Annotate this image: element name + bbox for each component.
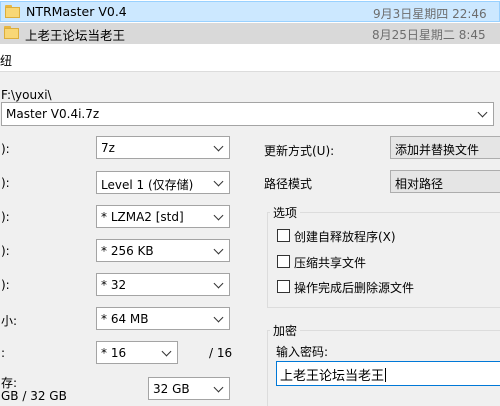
chevron-down-icon[interactable] — [214, 143, 224, 153]
file-list: NTRMaster V0.4 9月3日星期四 22:46 上老王论坛当老王 8月… — [0, 0, 500, 44]
file-row[interactable]: 上老王论坛当老王 8月25日星期二 8:45 — [0, 23, 500, 44]
self-extract-checkbox[interactable] — [277, 229, 290, 242]
compress-shared-label[interactable]: 压缩共享文件 — [294, 254, 366, 271]
solid-block-select[interactable]: * 64 MB — [96, 307, 230, 330]
format-select[interactable]: 7z — [96, 136, 230, 159]
folder-icon — [4, 26, 19, 39]
archive-name-combo[interactable]: Master V0.4i.7z — [1, 102, 494, 126]
folder-icon — [5, 5, 20, 18]
options-group-title: 选项 — [270, 204, 301, 221]
password-label: 输入密码: — [276, 345, 329, 359]
path-mode-label: 路径模式 — [264, 177, 313, 191]
dictionary-size-select[interactable]: * 256 KB — [96, 239, 230, 262]
archive-name-value: Master V0.4i.7z — [6, 107, 100, 121]
add-to-archive-dialog: 纽 F:\youxi\ Master V0.4i.7z ): 7z ): Lev… — [0, 44, 500, 406]
memory-limit-select[interactable]: 32 GB — [148, 377, 230, 400]
file-date: 8月25日星期二 8:45 — [372, 28, 486, 42]
dialog-header-strip: 纽 — [0, 44, 500, 72]
archive-path-label: F:\youxi\ — [1, 88, 52, 102]
compression-level-select[interactable]: Level 1 (仅存储) — [96, 171, 230, 194]
format-label: ): — [1, 142, 10, 156]
solid-block-value: * 64 MB — [101, 312, 149, 326]
file-name: 上老王论坛当老王 — [25, 28, 126, 43]
format-value: 7z — [101, 141, 115, 155]
update-mode-label: 更新方式(U): — [264, 144, 335, 158]
file-row-selected[interactable]: NTRMaster V0.4 9月3日星期四 22:46 — [0, 1, 500, 22]
chevron-down-icon[interactable] — [214, 384, 224, 394]
update-mode-select[interactable]: 添加并替换文件 — [390, 136, 500, 159]
text-caret — [385, 368, 387, 382]
dictionary-size-value: * 256 KB — [101, 244, 154, 258]
update-mode-value: 添加并替换文件 — [395, 143, 480, 157]
header-label-fragment: 纽 — [0, 54, 13, 68]
method-label: ): — [1, 210, 10, 224]
word-size-value: * 32 — [101, 278, 127, 292]
compression-method-select[interactable]: * LZMA2 [std] — [96, 205, 230, 228]
chevron-down-icon[interactable] — [478, 109, 488, 119]
chevron-down-icon[interactable] — [214, 246, 224, 256]
delete-after-label[interactable]: 操作完成后删除源文件 — [294, 279, 414, 296]
word-size-select[interactable]: * 32 — [96, 273, 230, 296]
password-value: 上老王论坛当老王 — [280, 368, 387, 384]
word-size-label: ): — [1, 278, 10, 292]
level-label: ): — [1, 176, 10, 190]
compression-method-value: * LZMA2 [std] — [101, 210, 184, 224]
memory-limit-value: 32 GB — [153, 382, 190, 396]
self-extract-label[interactable]: 创建自释放程序(X) — [294, 228, 396, 245]
solid-block-label: 小: — [1, 314, 18, 328]
cpu-threads-value: * 16 — [101, 346, 127, 360]
chevron-down-icon[interactable] — [162, 348, 172, 358]
file-date: 9月3日星期四 22:46 — [373, 7, 487, 21]
cpu-threads-select[interactable]: * 16 — [96, 341, 178, 364]
memory-usage: GB / 32 GB — [1, 389, 67, 403]
chevron-down-icon[interactable] — [214, 314, 224, 324]
threads-label: : — [1, 346, 6, 360]
chevron-down-icon[interactable] — [214, 280, 224, 290]
chevron-down-icon[interactable] — [214, 178, 224, 188]
chevron-down-icon[interactable] — [214, 212, 224, 222]
delete-after-checkbox[interactable] — [277, 280, 290, 293]
path-mode-select[interactable]: 相对路径 — [390, 170, 500, 193]
compression-level-value: Level 1 (仅存储) — [101, 178, 194, 192]
dictionary-label: ): — [1, 244, 10, 258]
password-input[interactable]: 上老王论坛当老王 — [276, 361, 500, 386]
path-mode-value: 相对路径 — [395, 177, 444, 191]
compress-shared-checkbox[interactable] — [277, 255, 290, 268]
encryption-group-title: 加密 — [270, 322, 301, 339]
threads-max: / 16 — [209, 346, 233, 360]
file-name: NTRMaster V0.4 — [26, 4, 127, 19]
